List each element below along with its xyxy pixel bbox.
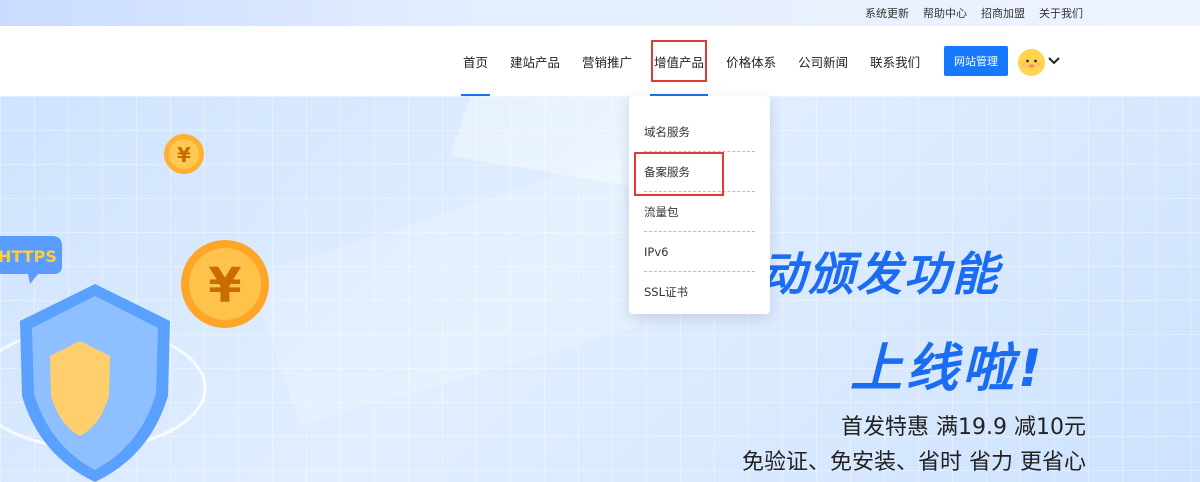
top-link-system-update[interactable]: 系统更新	[865, 5, 909, 21]
hero-title-line1: 动颁发功能	[760, 247, 1000, 301]
nav-item-value-added[interactable]: 增值产品	[643, 26, 715, 96]
light-diagonal-shape	[250, 156, 640, 426]
nav-item-news[interactable]: 公司新闻	[787, 26, 859, 96]
avatar-face-icon	[1018, 49, 1045, 76]
nav-item-site-products[interactable]: 建站产品	[499, 26, 571, 96]
https-bubble-icon: HTTPS	[0, 236, 62, 284]
dropdown-item-domain[interactable]: 域名服务	[644, 112, 755, 152]
top-utility-bar: 系统更新 帮助中心 招商加盟 关于我们	[0, 0, 1200, 26]
hero-title-line2: 上线啦!	[850, 339, 1046, 399]
hero-banner: HTTPS ¥ ¥ 动颁发功能 上线啦! 首发特惠 满19.9 减10元 免验证…	[0, 96, 1200, 482]
nav-item-pricing[interactable]: 价格体系	[715, 26, 787, 96]
dropdown-item-ipv6[interactable]: IPv6	[644, 232, 755, 272]
coin-small-symbol: ¥	[177, 143, 191, 167]
dropdown-item-ssl[interactable]: SSL证书	[644, 272, 755, 312]
top-link-about[interactable]: 关于我们	[1039, 5, 1083, 21]
nav-item-contact[interactable]: 联系我们	[859, 26, 931, 96]
top-link-help-center[interactable]: 帮助中心	[923, 5, 967, 21]
avatar[interactable]	[1018, 49, 1045, 76]
main-header: 首页 建站产品 营销推广 增值产品 价格体系 公司新闻 联系我们 网站管理	[0, 26, 1200, 96]
nav-item-marketing[interactable]: 营销推广	[571, 26, 643, 96]
https-badge-text: HTTPS	[0, 247, 57, 266]
value-added-dropdown: 域名服务 备案服务 流量包 IPv6 SSL证书	[629, 96, 770, 314]
hero-subtitle-1: 首发特惠 满19.9 减10元	[841, 415, 1086, 440]
main-nav: 首页 建站产品 营销推广 增值产品 价格体系 公司新闻 联系我们	[452, 26, 931, 96]
top-links: 系统更新 帮助中心 招商加盟 关于我们	[865, 5, 1083, 21]
dropdown-item-traffic[interactable]: 流量包	[644, 192, 755, 232]
coin-large-symbol: ¥	[208, 258, 241, 314]
shield-icon	[0, 284, 207, 482]
chevron-down-icon[interactable]	[1048, 56, 1060, 66]
coin-small-icon: ¥	[164, 134, 204, 174]
nav-item-home[interactable]: 首页	[452, 26, 499, 96]
site-admin-button[interactable]: 网站管理	[944, 46, 1008, 76]
hero-subtitle-2: 免验证、免安装、省时 省力 更省心	[742, 450, 1086, 475]
top-link-join[interactable]: 招商加盟	[981, 5, 1025, 21]
coin-large-icon: ¥	[181, 240, 269, 328]
dropdown-item-icp-filing[interactable]: 备案服务	[634, 152, 755, 196]
